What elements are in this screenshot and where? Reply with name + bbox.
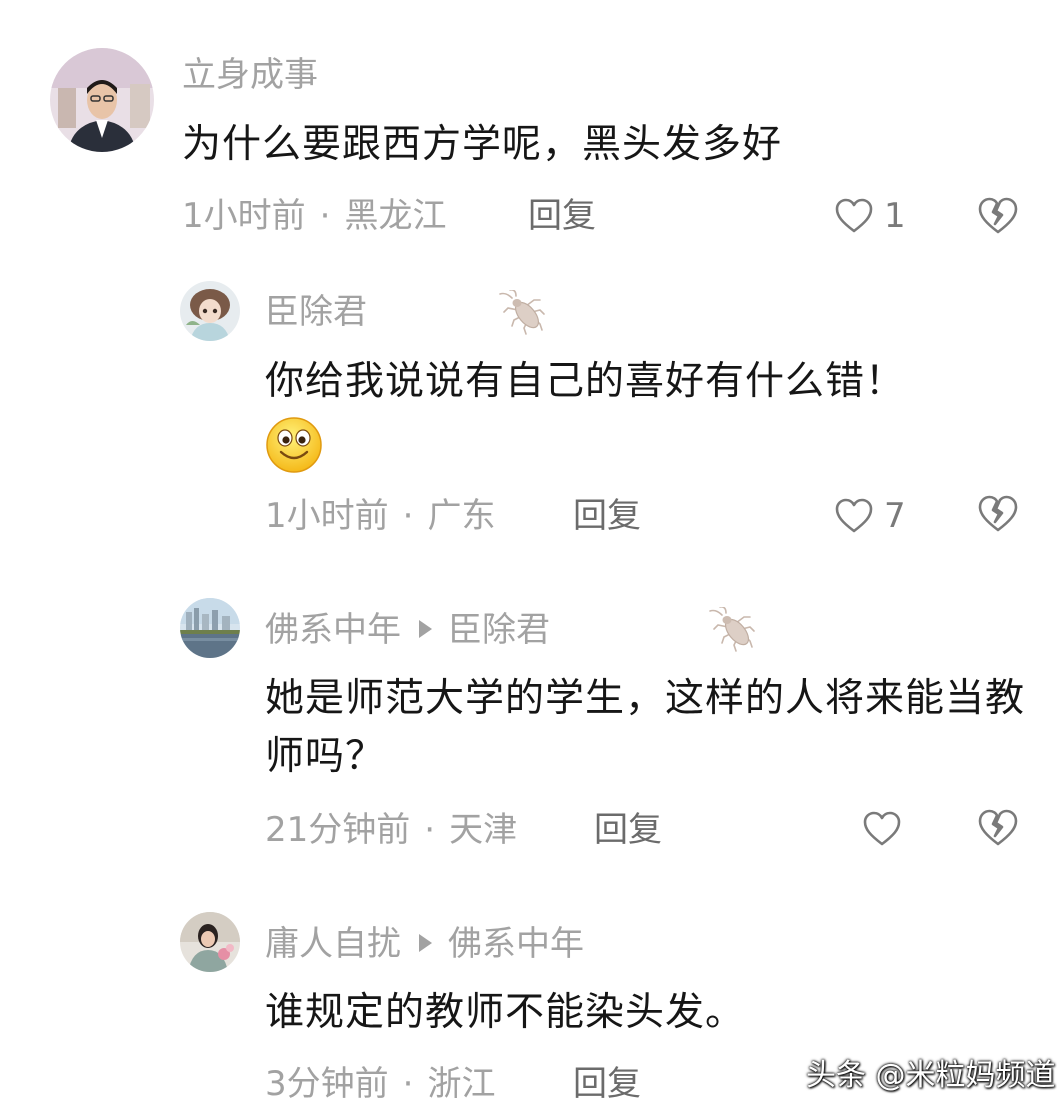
heart-outline-icon bbox=[835, 498, 873, 533]
username[interactable]: 佛系中年 臣除君 bbox=[265, 610, 550, 650]
broken-heart-icon bbox=[978, 809, 1018, 846]
location: 广东 bbox=[427, 496, 496, 536]
broken-heart-icon bbox=[978, 495, 1018, 532]
comment-text: 谁规定的教师不能染头发。 bbox=[265, 990, 746, 1035]
timestamp: 21分钟前 bbox=[265, 810, 411, 850]
reply-to-user[interactable]: 臣除君 bbox=[448, 610, 550, 650]
reply-button[interactable]: 回复 bbox=[573, 1064, 641, 1104]
like-button[interactable] bbox=[862, 810, 902, 848]
broken-heart-icon bbox=[978, 197, 1018, 234]
username-text[interactable]: 佛系中年 bbox=[265, 610, 401, 650]
avatar[interactable] bbox=[50, 48, 154, 152]
dislike-button[interactable] bbox=[977, 808, 1019, 852]
comment-thread: 立身成事 为什么要跟西方学呢，黑头发多好 1小时前 · 黑龙江 回复 1 臣除君… bbox=[0, 0, 1057, 1108]
reply-to-user[interactable]: 佛系中年 bbox=[448, 924, 584, 964]
timestamp: 1小时前 bbox=[265, 496, 389, 536]
timestamp: 1小时前 bbox=[182, 196, 306, 236]
username-text[interactable]: 庸人自扰 bbox=[265, 924, 401, 964]
separator: · bbox=[402, 496, 414, 536]
reply-button[interactable]: 回复 bbox=[594, 810, 662, 850]
reply-arrow-icon bbox=[419, 933, 432, 952]
comment-meta: 1小时前 · 广东 bbox=[265, 496, 495, 536]
reply-button[interactable]: 回复 bbox=[573, 496, 641, 536]
comment-text: 她是师范大学的学生，这样的人将来能当教师吗？ bbox=[265, 676, 1026, 779]
cockroach-icon bbox=[498, 289, 546, 340]
username-text[interactable]: 立身成事 bbox=[182, 55, 318, 95]
reply-button[interactable]: 回复 bbox=[528, 196, 596, 236]
separator: · bbox=[319, 196, 331, 236]
smiley-emoji bbox=[265, 416, 323, 478]
location: 黑龙江 bbox=[344, 196, 447, 236]
like-button[interactable]: 7 bbox=[834, 496, 906, 536]
dislike-button[interactable] bbox=[977, 196, 1019, 240]
comment-meta: 3分钟前 · 浙江 bbox=[265, 1064, 495, 1104]
avatar[interactable] bbox=[180, 912, 240, 972]
comment-text: 为什么要跟西方学呢，黑头发多好 bbox=[182, 122, 783, 167]
username-text[interactable]: 臣除君 bbox=[265, 292, 367, 332]
comment-meta: 21分钟前 · 天津 bbox=[265, 810, 517, 850]
username[interactable]: 臣除君 bbox=[265, 292, 367, 332]
like-button[interactable]: 1 bbox=[834, 196, 906, 236]
comment-text-content: 你给我说说有自己的喜好有什么错！ bbox=[265, 359, 906, 404]
heart-outline-icon bbox=[863, 811, 901, 846]
username[interactable]: 庸人自扰 佛系中年 bbox=[265, 924, 584, 964]
avatar[interactable] bbox=[180, 598, 240, 658]
heart-outline-icon bbox=[835, 198, 873, 233]
timestamp: 3分钟前 bbox=[265, 1064, 389, 1104]
separator: · bbox=[424, 810, 436, 850]
location: 天津 bbox=[449, 810, 518, 850]
comment-meta: 1小时前 · 黑龙江 bbox=[182, 196, 446, 236]
cockroach-icon bbox=[708, 606, 756, 657]
like-count: 7 bbox=[884, 496, 906, 536]
like-count: 1 bbox=[884, 196, 906, 236]
reply-arrow-icon bbox=[419, 619, 432, 638]
username[interactable]: 立身成事 bbox=[182, 55, 318, 95]
dislike-button[interactable] bbox=[977, 494, 1019, 538]
separator: · bbox=[402, 1064, 414, 1104]
watermark: 头条 @米粒妈频道 bbox=[806, 1058, 1056, 1093]
location: 浙江 bbox=[427, 1064, 496, 1104]
comment-text: 你给我说说有自己的喜好有什么错！ bbox=[265, 353, 1025, 411]
avatar[interactable] bbox=[180, 281, 240, 341]
